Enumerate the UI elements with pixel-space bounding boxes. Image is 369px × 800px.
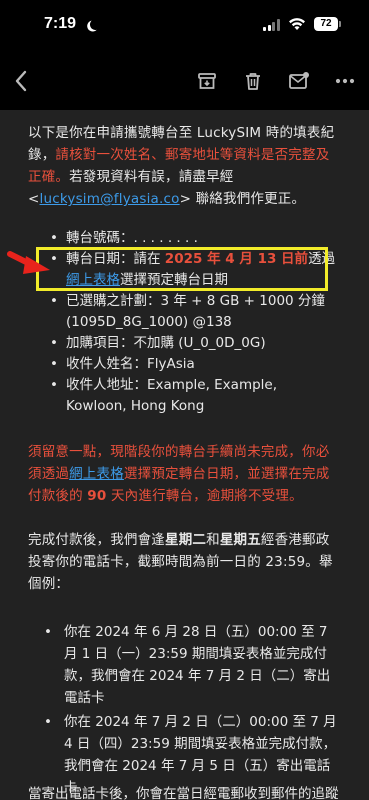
- mailing-schedule-paragraph: 完成付款後，我們會逢星期二和星期五經香港郵政投寄你的電話卡，截郵時間為前一日的 …: [28, 532, 333, 592]
- trash-icon[interactable]: [240, 68, 266, 94]
- red-arrow-icon: [7, 251, 50, 274]
- tail-text: 當寄出電話卡後，你會在當日經電郵收到郵件的追蹤: [28, 786, 339, 800]
- list-item-example-1: 你在 2024 年 6 月 28 日（五）00:00 至 7 月 1 日（一）2…: [44, 621, 341, 709]
- list-item-plan: 已選購之計劃：3 年 + 8 GB + 1000 分鐘 (1095D_8G_10…: [50, 291, 341, 333]
- cellular-signal-icon: [263, 19, 280, 31]
- more-icon[interactable]: [332, 68, 358, 94]
- email-body: 以下是你在申請攜號轉台至 LuckySIM 時的填表紀錄，請核對一次姓名、郵寄地…: [0, 110, 369, 800]
- mail-toolbar: [0, 52, 369, 110]
- status-bar: 7:19 72: [0, 0, 369, 52]
- list-item-name: 收件人姓名：FlyAsia: [50, 354, 341, 375]
- battery-indicator: 72: [314, 17, 341, 31]
- back-arrow-icon[interactable]: [8, 68, 34, 94]
- status-time: 7:19: [44, 15, 77, 32]
- list-item-address: 收件人地址：Example, Example, Kowloon, Hong Ko…: [50, 375, 341, 417]
- notice-form-link[interactable]: 網上表格: [69, 466, 124, 482]
- support-email-link[interactable]: luckysim@flyasia.co: [40, 191, 180, 207]
- list-item-number: 轉台號碼：. . . . . . . .: [50, 228, 341, 249]
- archive-icon[interactable]: [194, 68, 220, 94]
- example-list: 你在 2024 年 6 月 28 日（五）00:00 至 7 月 1 日（一）2…: [44, 621, 341, 799]
- do-not-disturb-moon-icon: [89, 18, 102, 31]
- mark-unread-icon[interactable]: [286, 68, 312, 94]
- list-item-addon: 加購項目：不加購 (U_0_0D_0G): [50, 333, 341, 354]
- wifi-icon: [289, 18, 305, 30]
- highlight-box: [36, 247, 328, 291]
- intro-paragraph: 以下是你在申請攜號轉台至 LuckySIM 時的填表紀錄，請核對一次姓名、郵寄地…: [28, 125, 335, 207]
- notice-paragraph: 須留意一點，現階段你的轉台手續尚未完成，你必須透過網上表格選擇預定轉台日期，並選…: [28, 444, 330, 504]
